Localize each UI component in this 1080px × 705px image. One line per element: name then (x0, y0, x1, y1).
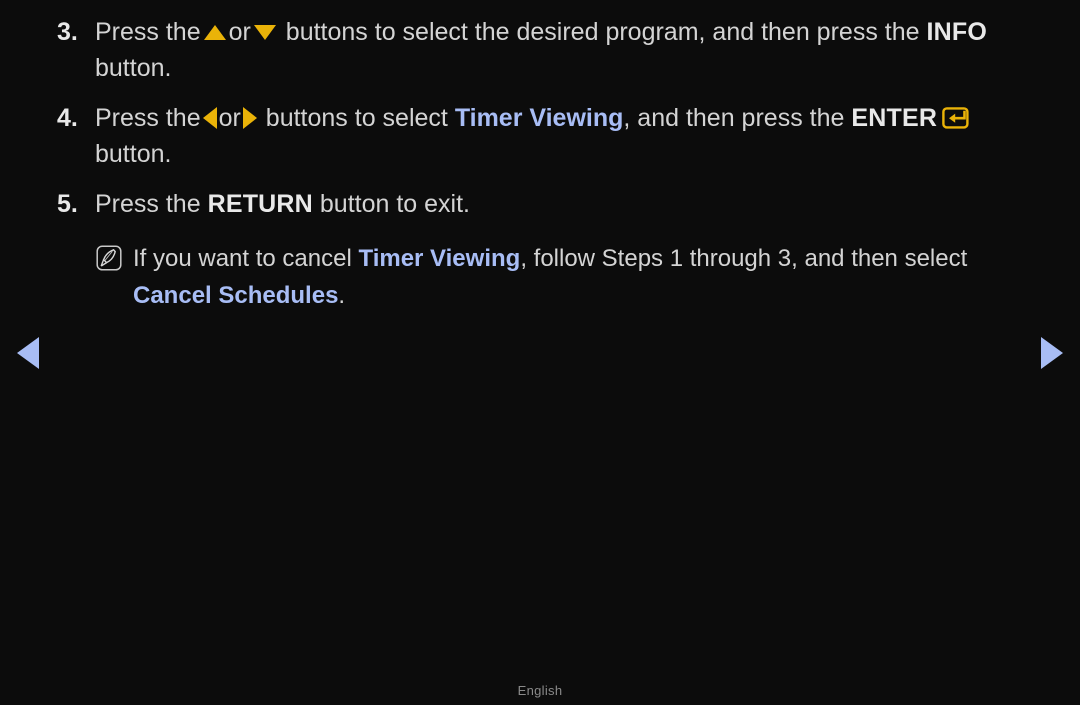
step-5-lead: Press the (95, 190, 201, 218)
triangle-right-icon (242, 107, 257, 130)
note-timer-viewing-label: Timer Viewing (358, 245, 521, 272)
step-4-middle: buttons to select (265, 104, 448, 132)
language-indicator: English (517, 683, 563, 698)
instruction-step-list: 3. Press the or buttons to select the des… (0, 14, 1080, 314)
step-number-5: 5. (57, 190, 78, 218)
step-3-tail: button. (95, 54, 172, 82)
previous-page-arrow[interactable] (17, 337, 39, 369)
note-text: If you want to cancel Timer Viewing, fol… (133, 245, 967, 309)
manual-page: 3. Press the or buttons to select the des… (0, 0, 1080, 705)
note-middle: , follow Steps 1 through 3, and then sel… (520, 245, 968, 272)
step-4-tail: button. (95, 140, 172, 168)
step-number-4: 4. (57, 104, 78, 132)
instruction-step-4: 4. Press the or buttons to select Timer V… (0, 100, 1080, 172)
triangle-down-icon (253, 24, 276, 40)
note-block: If you want to cancel Timer Viewing, fol… (0, 240, 1080, 314)
triangle-left-icon (202, 107, 217, 130)
cancel-schedules-menu-label: Cancel Schedules (133, 282, 339, 309)
triangle-up-icon (203, 24, 226, 40)
info-key-label: INFO (926, 18, 987, 46)
step-4-lead: Press the (95, 104, 201, 132)
note-lead: If you want to cancel (133, 245, 352, 272)
enter-key-icon (942, 105, 974, 130)
instruction-step-5: 5. Press the RETURN button to exit. (0, 186, 1080, 222)
return-key-label: RETURN (207, 190, 313, 218)
step-4-middle2: , and then press the (623, 104, 845, 132)
step-5-tail: button to exit. (319, 190, 470, 218)
timer-viewing-menu-label: Timer Viewing (454, 104, 624, 132)
step-3-middle: buttons to select the desired program, a… (285, 18, 920, 46)
instruction-step-3: 3. Press the or buttons to select the des… (0, 14, 1080, 86)
step-5-text: Press the RETURN button to exit. (95, 190, 470, 218)
note-tail: . (338, 282, 346, 309)
step-3-or: or (228, 18, 251, 46)
step-4-text: Press the or buttons to select Timer View… (95, 104, 974, 168)
note-pen-icon (96, 245, 122, 271)
step-3-text: Press the or buttons to select the desire… (95, 18, 987, 82)
step-3-lead: Press the (95, 18, 201, 46)
step-4-or: or (218, 104, 241, 132)
step-number-3: 3. (57, 18, 78, 46)
enter-key-label: ENTER (851, 104, 938, 132)
next-page-arrow[interactable] (1041, 337, 1063, 369)
